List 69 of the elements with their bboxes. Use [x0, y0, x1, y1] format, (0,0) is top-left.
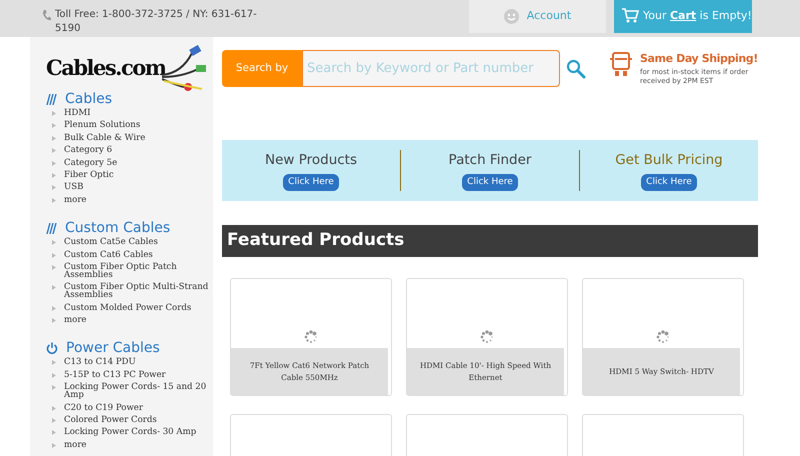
bullet-icon — [52, 430, 56, 436]
promo-title[interactable]: New Products — [264, 150, 358, 170]
category-link[interactable]: Locking Power Cords- 30 Amp — [64, 426, 196, 439]
category-link[interactable]: more — [64, 314, 87, 326]
category-heading[interactable]: Cables — [65, 91, 112, 107]
slashes-icon — [46, 94, 57, 104]
bullet-icon — [52, 306, 56, 311]
phone-number: Toll Free: 1-800-372-3725 / NY: 631-617-5190 — [55, 8, 258, 36]
cart-icon — [622, 8, 639, 23]
category-heading[interactable]: Custom Cables — [65, 220, 170, 236]
category-link[interactable]: Category 5e — [64, 156, 118, 169]
cart-status: Your Cart is Empty! — [643, 8, 752, 24]
bullet-icon — [52, 240, 56, 246]
loading-spinner-icon — [656, 330, 670, 344]
category-link[interactable]: Fiber Optic — [64, 168, 114, 182]
category-link[interactable]: C20 to C19 Power — [64, 402, 144, 414]
logo-text[interactable]: Cables.com — [46, 52, 166, 84]
bullet-icon — [52, 372, 56, 378]
category-link[interactable]: Custom Fiber Optic Patch Assemblies — [64, 260, 213, 282]
category-link[interactable]: more — [64, 438, 87, 452]
category-link[interactable]: C13 to C14 PDU — [64, 356, 136, 369]
category-link[interactable]: Custom Cat6 Cables — [64, 248, 153, 261]
bullet-icon — [52, 198, 56, 203]
search-by-label: Search by — [222, 50, 302, 87]
click-here-button[interactable]: Click Here — [283, 174, 339, 192]
phone-icon — [42, 10, 51, 21]
category-link[interactable]: Bulk Cable & Wire — [64, 132, 146, 144]
shipping-title: Same Day Shipping! — [640, 51, 758, 68]
bullet-icon — [52, 360, 56, 366]
smiley-icon — [504, 9, 519, 24]
bullet-icon — [52, 318, 56, 324]
truck-icon — [610, 51, 632, 78]
promo-title[interactable]: Patch Finder — [448, 150, 532, 170]
category-link[interactable]: 5-15P to C13 PC Power — [64, 368, 166, 382]
bullet-icon — [52, 418, 56, 424]
bullet-icon — [52, 385, 56, 390]
promo-title[interactable]: Get Bulk Pricing — [615, 150, 723, 170]
bullet-icon — [52, 252, 56, 258]
category-link[interactable]: more — [64, 194, 87, 206]
category-link[interactable]: Category 6 — [64, 144, 112, 157]
category-link[interactable]: Plenum Solutions — [64, 119, 140, 132]
bullet-icon — [52, 148, 56, 154]
bullet-icon — [52, 136, 56, 141]
search-icon — [566, 58, 586, 78]
category-link[interactable]: Locking Power Cords- 15 and 20 Amp — [64, 381, 213, 402]
loading-spinner-icon — [304, 330, 318, 344]
click-here-button[interactable]: Click Here — [462, 174, 518, 192]
category-link[interactable]: Custom Molded Power Cords — [64, 302, 192, 314]
category-link[interactable]: Colored Power Cords — [64, 414, 157, 426]
power-icon — [46, 342, 58, 354]
section-heading: Featured Products — [222, 225, 758, 257]
bullet-icon — [52, 442, 56, 448]
bullet-icon — [52, 406, 56, 411]
bullet-icon — [52, 111, 56, 116]
click-here-button[interactable]: Click Here — [641, 174, 697, 192]
bullet-icon — [52, 172, 56, 178]
loading-spinner-icon — [480, 330, 494, 344]
category-link[interactable]: Custom Fiber Optic Multi-Strand Assemblies — [64, 281, 213, 302]
search-field[interactable]: Search by Keyword or Part number — [302, 50, 560, 87]
bullet-icon — [52, 185, 56, 190]
bullet-icon — [52, 123, 56, 128]
category-link[interactable]: Custom Cat5e Cables — [64, 236, 158, 249]
bullet-icon — [52, 285, 56, 290]
category-link[interactable]: USB — [64, 181, 84, 194]
bullet-icon — [52, 160, 56, 166]
slashes-icon — [46, 222, 57, 234]
category-heading[interactable]: Power Cables — [66, 340, 160, 356]
category-link[interactable]: HDMI — [64, 107, 91, 120]
bullet-icon — [52, 264, 56, 270]
